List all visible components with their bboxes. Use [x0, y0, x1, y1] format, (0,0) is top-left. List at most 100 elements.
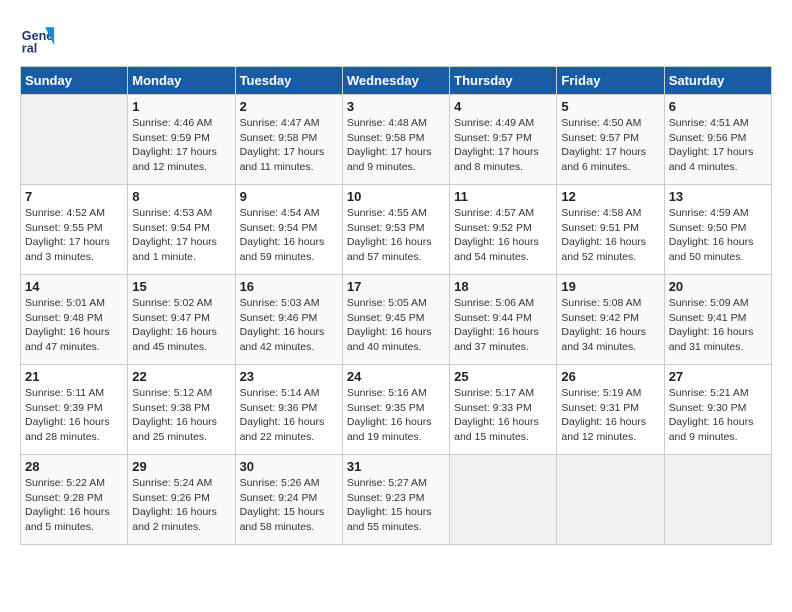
- day-info: Sunrise: 4:55 AM Sunset: 9:53 PM Dayligh…: [347, 206, 445, 265]
- weekday-header-wednesday: Wednesday: [342, 67, 449, 95]
- day-number: 12: [561, 189, 659, 204]
- calendar-cell: 20 Sunrise: 5:09 AM Sunset: 9:41 PM Dayli…: [664, 275, 771, 365]
- day-number: 19: [561, 279, 659, 294]
- day-info: Sunrise: 4:54 AM Sunset: 9:54 PM Dayligh…: [240, 206, 338, 265]
- logo: Gene ral: [20, 20, 60, 56]
- day-info: Sunrise: 4:51 AM Sunset: 9:56 PM Dayligh…: [669, 116, 767, 175]
- day-info: Sunrise: 5:26 AM Sunset: 9:24 PM Dayligh…: [240, 476, 338, 535]
- day-number: 3: [347, 99, 445, 114]
- day-info: Sunrise: 5:27 AM Sunset: 9:23 PM Dayligh…: [347, 476, 445, 535]
- calendar-cell: 12 Sunrise: 4:58 AM Sunset: 9:51 PM Dayli…: [557, 185, 664, 275]
- day-info: Sunrise: 5:21 AM Sunset: 9:30 PM Dayligh…: [669, 386, 767, 445]
- day-number: 27: [669, 369, 767, 384]
- calendar-cell: 15Sunrise: 5:02 AM Sunset: 9:47 PM Dayli…: [128, 275, 235, 365]
- calendar-cell: 5Sunrise: 4:50 AM Sunset: 9:57 PM Daylig…: [557, 95, 664, 185]
- day-number: 22: [132, 369, 230, 384]
- day-info: Sunrise: 5:14 AM Sunset: 9:36 PM Dayligh…: [240, 386, 338, 445]
- calendar-cell: 6 Sunrise: 4:51 AM Sunset: 9:56 PM Daylig…: [664, 95, 771, 185]
- calendar-cell: 14 Sunrise: 5:01 AM Sunset: 9:48 PM Dayli…: [21, 275, 128, 365]
- day-info: Sunrise: 5:16 AM Sunset: 9:35 PM Dayligh…: [347, 386, 445, 445]
- day-number: 1: [132, 99, 230, 114]
- day-number: 26: [561, 369, 659, 384]
- day-number: 6: [669, 99, 767, 114]
- calendar-cell: 29 Sunrise: 5:24 AM Sunset: 9:26 PM Dayli…: [128, 455, 235, 545]
- calendar-cell: 9 Sunrise: 4:54 AM Sunset: 9:54 PM Daylig…: [235, 185, 342, 275]
- calendar-cell: [557, 455, 664, 545]
- day-info: Sunrise: 4:49 AM Sunset: 9:57 PM Dayligh…: [454, 116, 552, 175]
- day-number: 24: [347, 369, 445, 384]
- calendar-cell: 13Sunrise: 4:59 AM Sunset: 9:50 PM Dayli…: [664, 185, 771, 275]
- week-row-5: 28 Sunrise: 5:22 AM Sunset: 9:28 PM Dayli…: [21, 455, 772, 545]
- weekday-header-thursday: Thursday: [450, 67, 557, 95]
- calendar-cell: 17Sunrise: 5:05 AM Sunset: 9:45 PM Dayli…: [342, 275, 449, 365]
- calendar-cell: 10 Sunrise: 4:55 AM Sunset: 9:53 PM Dayli…: [342, 185, 449, 275]
- calendar-cell: 30 Sunrise: 5:26 AM Sunset: 9:24 PM Dayli…: [235, 455, 342, 545]
- week-row-4: 21Sunrise: 5:11 AM Sunset: 9:39 PM Dayli…: [21, 365, 772, 455]
- calendar-cell: 8 Sunrise: 4:53 AM Sunset: 9:54 PM Daylig…: [128, 185, 235, 275]
- day-number: 25: [454, 369, 552, 384]
- weekday-header-saturday: Saturday: [664, 67, 771, 95]
- day-info: Sunrise: 5:09 AM Sunset: 9:41 PM Dayligh…: [669, 296, 767, 355]
- day-number: 7: [25, 189, 123, 204]
- day-number: 31: [347, 459, 445, 474]
- weekday-header-friday: Friday: [557, 67, 664, 95]
- day-info: Sunrise: 5:01 AM Sunset: 9:48 PM Dayligh…: [25, 296, 123, 355]
- day-info: Sunrise: 4:52 AM Sunset: 9:55 PM Dayligh…: [25, 206, 123, 265]
- day-number: 18: [454, 279, 552, 294]
- calendar-cell: 4 Sunrise: 4:49 AM Sunset: 9:57 PM Daylig…: [450, 95, 557, 185]
- day-info: Sunrise: 5:22 AM Sunset: 9:28 PM Dayligh…: [25, 476, 123, 535]
- calendar-cell: 24 Sunrise: 5:16 AM Sunset: 9:35 PM Dayli…: [342, 365, 449, 455]
- day-number: 13: [669, 189, 767, 204]
- calendar-cell: [664, 455, 771, 545]
- day-info: Sunrise: 5:12 AM Sunset: 9:38 PM Dayligh…: [132, 386, 230, 445]
- logo-icon: Gene ral: [20, 20, 56, 56]
- svg-text:ral: ral: [22, 41, 37, 55]
- calendar-cell: 21Sunrise: 5:11 AM Sunset: 9:39 PM Dayli…: [21, 365, 128, 455]
- day-number: 4: [454, 99, 552, 114]
- day-number: 5: [561, 99, 659, 114]
- day-number: 11: [454, 189, 552, 204]
- weekday-header-tuesday: Tuesday: [235, 67, 342, 95]
- day-number: 21: [25, 369, 123, 384]
- day-info: Sunrise: 5:02 AM Sunset: 9:47 PM Dayligh…: [132, 296, 230, 355]
- calendar-cell: 27 Sunrise: 5:21 AM Sunset: 9:30 PM Dayli…: [664, 365, 771, 455]
- weekday-header-sunday: Sunday: [21, 67, 128, 95]
- day-number: 8: [132, 189, 230, 204]
- day-info: Sunrise: 5:06 AM Sunset: 9:44 PM Dayligh…: [454, 296, 552, 355]
- day-number: 20: [669, 279, 767, 294]
- day-number: 14: [25, 279, 123, 294]
- week-row-2: 7 Sunrise: 4:52 AM Sunset: 9:55 PM Daylig…: [21, 185, 772, 275]
- page-header: Gene ral: [20, 20, 772, 56]
- calendar-cell: 26 Sunrise: 5:19 AM Sunset: 9:31 PM Dayli…: [557, 365, 664, 455]
- day-number: 9: [240, 189, 338, 204]
- day-info: Sunrise: 5:03 AM Sunset: 9:46 PM Dayligh…: [240, 296, 338, 355]
- calendar-cell: 22 Sunrise: 5:12 AM Sunset: 9:38 PM Dayli…: [128, 365, 235, 455]
- calendar-cell: [21, 95, 128, 185]
- day-info: Sunrise: 4:48 AM Sunset: 9:58 PM Dayligh…: [347, 116, 445, 175]
- calendar-cell: 23 Sunrise: 5:14 AM Sunset: 9:36 PM Dayli…: [235, 365, 342, 455]
- day-number: 10: [347, 189, 445, 204]
- day-number: 30: [240, 459, 338, 474]
- day-info: Sunrise: 5:19 AM Sunset: 9:31 PM Dayligh…: [561, 386, 659, 445]
- day-info: Sunrise: 4:46 AM Sunset: 9:59 PM Dayligh…: [132, 116, 230, 175]
- day-number: 17: [347, 279, 445, 294]
- day-info: Sunrise: 4:47 AM Sunset: 9:58 PM Dayligh…: [240, 116, 338, 175]
- calendar-cell: 19Sunrise: 5:08 AM Sunset: 9:42 PM Dayli…: [557, 275, 664, 365]
- calendar-cell: 11 Sunrise: 4:57 AM Sunset: 9:52 PM Dayli…: [450, 185, 557, 275]
- day-number: 29: [132, 459, 230, 474]
- week-row-3: 14 Sunrise: 5:01 AM Sunset: 9:48 PM Dayli…: [21, 275, 772, 365]
- calendar-cell: 3 Sunrise: 4:48 AM Sunset: 9:58 PM Daylig…: [342, 95, 449, 185]
- day-info: Sunrise: 4:57 AM Sunset: 9:52 PM Dayligh…: [454, 206, 552, 265]
- weekday-header-row: SundayMondayTuesdayWednesdayThursdayFrid…: [21, 67, 772, 95]
- day-number: 16: [240, 279, 338, 294]
- day-info: Sunrise: 4:53 AM Sunset: 9:54 PM Dayligh…: [132, 206, 230, 265]
- day-info: Sunrise: 5:24 AM Sunset: 9:26 PM Dayligh…: [132, 476, 230, 535]
- calendar-cell: 18 Sunrise: 5:06 AM Sunset: 9:44 PM Dayli…: [450, 275, 557, 365]
- calendar-cell: 25Sunrise: 5:17 AM Sunset: 9:33 PM Dayli…: [450, 365, 557, 455]
- day-number: 23: [240, 369, 338, 384]
- calendar-cell: 16 Sunrise: 5:03 AM Sunset: 9:46 PM Dayli…: [235, 275, 342, 365]
- weekday-header-monday: Monday: [128, 67, 235, 95]
- calendar-cell: 28 Sunrise: 5:22 AM Sunset: 9:28 PM Dayli…: [21, 455, 128, 545]
- day-number: 28: [25, 459, 123, 474]
- day-info: Sunrise: 4:58 AM Sunset: 9:51 PM Dayligh…: [561, 206, 659, 265]
